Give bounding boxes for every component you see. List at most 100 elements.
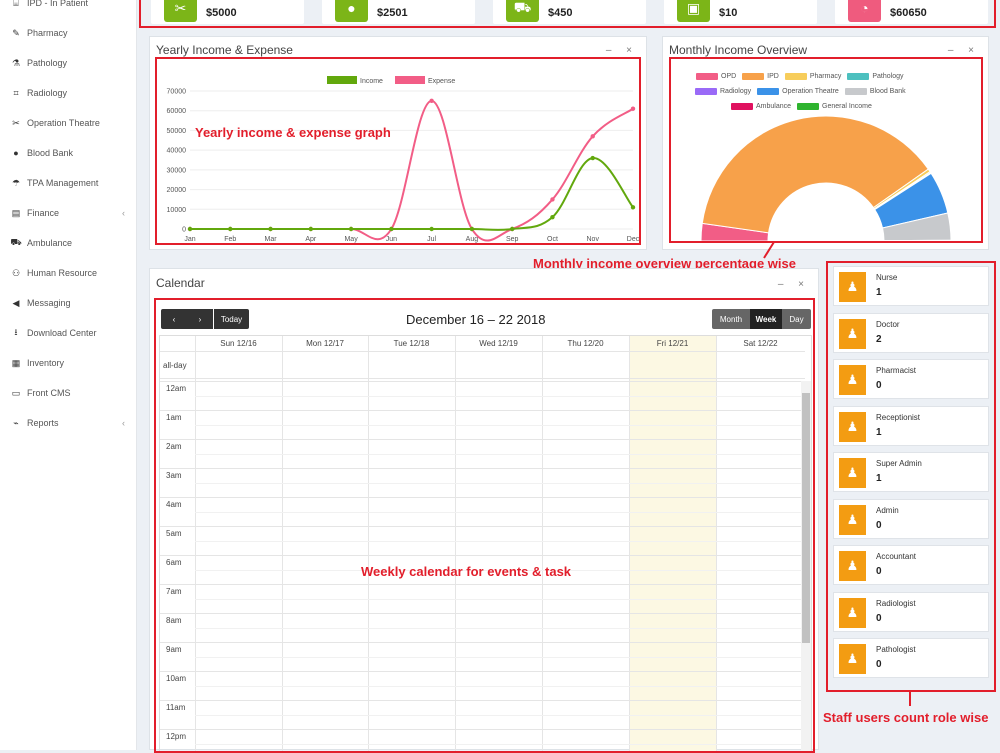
data-point[interactable] bbox=[510, 227, 514, 231]
half-hour-line bbox=[195, 483, 805, 484]
sidebar-item[interactable]: ⭳Download Center bbox=[0, 318, 137, 348]
sidebar-item[interactable]: ⌸IPD - In Patient bbox=[0, 0, 137, 18]
sidebar-item[interactable]: ⛟Ambulance bbox=[0, 228, 137, 258]
data-point[interactable] bbox=[591, 156, 595, 160]
data-point[interactable] bbox=[309, 227, 313, 231]
sidebar-item[interactable]: ☂TPA Management bbox=[0, 168, 137, 198]
day-header: Thu 12/20 bbox=[542, 339, 629, 348]
scrollbar[interactable] bbox=[801, 381, 811, 753]
half-hour-line bbox=[195, 599, 805, 600]
sidebar-item[interactable]: ▤Finance‹ bbox=[0, 198, 137, 228]
data-point[interactable] bbox=[550, 197, 554, 201]
sidebar-item[interactable]: ✎Pharmacy bbox=[0, 18, 137, 48]
summary-card[interactable]: ▣$10 bbox=[664, 0, 817, 24]
hour-line bbox=[160, 729, 805, 730]
x-tick-label: Apr bbox=[305, 236, 317, 243]
sidebar-item-label: Radiology bbox=[27, 88, 67, 98]
staff-role-card[interactable]: ♟Radiologist0 bbox=[833, 592, 989, 632]
x-tick-label: Dec bbox=[627, 236, 639, 243]
y-tick-label: 20000 bbox=[167, 187, 187, 194]
sidebar-item-label: Reports bbox=[27, 418, 59, 428]
data-point[interactable] bbox=[631, 107, 635, 111]
user-icon: ♟ bbox=[839, 319, 866, 349]
staff-role-card[interactable]: ♟Accountant0 bbox=[833, 545, 989, 585]
staff-role-card[interactable]: ♟Admin0 bbox=[833, 499, 989, 539]
data-point[interactable] bbox=[591, 134, 595, 138]
staff-role-card[interactable]: ♟Doctor2 bbox=[833, 313, 989, 353]
hour-line bbox=[160, 671, 805, 672]
sidebar-item[interactable]: ⚇Human Resource bbox=[0, 258, 137, 288]
boxes-icon: ▦ bbox=[11, 358, 21, 368]
scrollbar-thumb[interactable] bbox=[802, 393, 810, 643]
month-view-button[interactable]: Month bbox=[712, 309, 750, 329]
prev-week-button[interactable]: ‹ bbox=[161, 309, 187, 329]
data-point[interactable] bbox=[470, 227, 474, 231]
bullhorn-icon: ◀ bbox=[11, 298, 21, 308]
panel-tools[interactable]: – × bbox=[606, 45, 638, 56]
data-point[interactable] bbox=[429, 227, 433, 231]
panel-tools[interactable]: – × bbox=[948, 45, 980, 56]
data-point[interactable] bbox=[268, 227, 272, 231]
legend-label: Income bbox=[360, 78, 383, 85]
sidebar-item[interactable]: ▭Front CMS bbox=[0, 378, 137, 408]
user-icon: ♟ bbox=[839, 458, 866, 488]
user-icon: ♟ bbox=[839, 644, 866, 674]
staff-count: 0 bbox=[876, 613, 882, 624]
umbrella-icon: ☂ bbox=[11, 178, 21, 188]
legend-label: Expense bbox=[428, 78, 455, 85]
sidebar: ⌸IPD - In Patient✎Pharmacy⚗Pathology⌗Rad… bbox=[0, 0, 137, 750]
summary-card[interactable]: ✂ $5000 bbox=[151, 0, 304, 24]
card-value: $5000 bbox=[206, 7, 237, 19]
sidebar-item[interactable]: ●Blood Bank bbox=[0, 138, 137, 168]
data-point[interactable] bbox=[389, 227, 393, 231]
staff-role-card[interactable]: ♟Pathologist0 bbox=[833, 638, 989, 678]
hour-line bbox=[160, 381, 805, 382]
hour-line bbox=[160, 410, 805, 411]
half-hour-line bbox=[195, 686, 805, 687]
data-point[interactable] bbox=[550, 215, 554, 219]
today-button[interactable]: Today bbox=[214, 309, 249, 329]
day-view-button[interactable]: Day bbox=[782, 309, 811, 329]
summary-card[interactable]: ⛟$450 bbox=[493, 0, 646, 24]
hour-line bbox=[160, 555, 805, 556]
hour-line bbox=[160, 584, 805, 585]
next-week-button[interactable]: › bbox=[187, 309, 213, 329]
data-point[interactable] bbox=[631, 205, 635, 209]
sidebar-item-label: Front CMS bbox=[27, 388, 71, 398]
time-label: 4am bbox=[166, 500, 182, 509]
sidebar-item[interactable]: ⌗Radiology bbox=[0, 78, 137, 108]
data-point[interactable] bbox=[228, 227, 232, 231]
x-tick-label: Aug bbox=[466, 236, 479, 243]
drop-icon: ● bbox=[335, 0, 368, 22]
data-point[interactable] bbox=[188, 227, 192, 231]
week-view-button[interactable]: Week bbox=[750, 309, 782, 329]
staff-role-card[interactable]: ♟Receptionist1 bbox=[833, 406, 989, 446]
panel-tools[interactable]: – × bbox=[778, 279, 810, 290]
x-tick-label: Feb bbox=[224, 236, 236, 243]
scissors-icon: ✂ bbox=[164, 0, 197, 22]
staff-role-card[interactable]: ♟Pharmacist0 bbox=[833, 359, 989, 399]
day-header: Fri 12/21 bbox=[629, 339, 716, 348]
sidebar-item[interactable]: ✂Operation Theatre bbox=[0, 108, 137, 138]
sidebar-item[interactable]: ◀Messaging bbox=[0, 288, 137, 318]
sidebar-item[interactable]: ▦Inventory bbox=[0, 348, 137, 378]
mortar-icon: ✎ bbox=[11, 28, 21, 38]
user-icon: ♟ bbox=[839, 412, 866, 442]
x-tick-label: Jul bbox=[427, 236, 436, 243]
staff-role-card[interactable]: ♟Nurse1 bbox=[833, 266, 989, 306]
staff-count: 0 bbox=[876, 566, 882, 577]
time-label: 10am bbox=[166, 674, 186, 683]
staff-role-card[interactable]: ♟Super Admin1 bbox=[833, 452, 989, 492]
sidebar-item[interactable]: ⚗Pathology bbox=[0, 48, 137, 78]
data-point[interactable] bbox=[349, 227, 353, 231]
day-header: Sat 12/22 bbox=[716, 339, 805, 348]
day-divider bbox=[542, 336, 543, 753]
summary-card[interactable]: ◔$60650 bbox=[835, 0, 988, 24]
data-point[interactable] bbox=[429, 99, 433, 103]
bed-icon: ⌸ bbox=[11, 0, 21, 8]
sidebar-item-label: Blood Bank bbox=[27, 148, 73, 158]
sidebar-item[interactable]: ⌁Reports‹ bbox=[0, 408, 137, 438]
half-hour-line bbox=[195, 715, 805, 716]
summary-card[interactable]: ●$2501 bbox=[322, 0, 475, 24]
y-tick-label: 60000 bbox=[167, 108, 187, 115]
